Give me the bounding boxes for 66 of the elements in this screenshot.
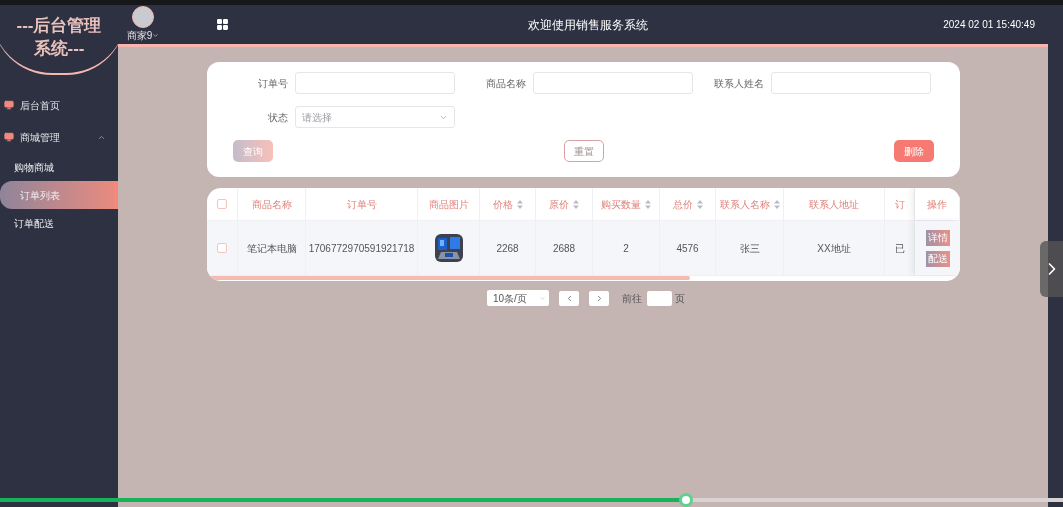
sort-icon[interactable]: [645, 199, 651, 209]
next-page-button[interactable]: [589, 290, 609, 306]
table-cell-text: 张三: [739, 241, 760, 256]
field-label: 订单号: [257, 76, 289, 91]
action-button[interactable]: 查询: [233, 140, 273, 162]
next-arrow-button[interactable]: [1040, 241, 1063, 297]
column-header[interactable]: 原价: [549, 196, 579, 212]
sort-icon[interactable]: [516, 199, 523, 209]
sort-icon[interactable]: [696, 199, 703, 209]
submenu-item[interactable]: 订单列表: [0, 181, 118, 209]
table-cell-text: 1706772970591921718: [308, 241, 415, 256]
monitor-icon: [4, 100, 14, 110]
chevron-icon: [539, 294, 546, 302]
page-suffix: 页: [675, 291, 685, 306]
user-menu[interactable]: 商家9: [126, 28, 160, 43]
column-header[interactable]: 价格: [492, 196, 523, 212]
input-field[interactable]: [533, 72, 693, 94]
field-label: 商品名称: [485, 76, 527, 91]
page-size-select[interactable]: 10条/页: [487, 290, 549, 306]
submenu-item[interactable]: 订单配送: [0, 209, 118, 237]
menu-label: 后台首页: [20, 98, 60, 113]
menu-item[interactable]: 商城管理: [0, 121, 118, 153]
logo-text: 系统---: [33, 38, 85, 60]
table-cell-text: 2688: [552, 241, 576, 256]
field-label: 状态: [267, 110, 289, 125]
table-cell-text: 已: [894, 241, 905, 256]
previous-page-button[interactable]: [559, 290, 579, 306]
column-header[interactable]: 总价: [672, 196, 703, 212]
column-header[interactable]: 联系人名称: [719, 196, 780, 212]
video-progress-bar[interactable]: [0, 498, 1063, 502]
monitor-icon: [4, 132, 14, 142]
table-cell-text: 4576: [676, 241, 699, 256]
row-action-button[interactable]: 详情: [925, 229, 950, 246]
select-field[interactable]: 请选择: [295, 106, 455, 128]
table-cell-text: 2268: [496, 241, 519, 256]
checkbox[interactable]: [217, 199, 227, 209]
field-label: 联系人姓名: [713, 76, 765, 91]
column-header: 订: [894, 197, 905, 212]
column-header: 商品名称: [251, 197, 292, 212]
action-button[interactable]: 删除: [894, 140, 934, 162]
page-input[interactable]: [647, 290, 672, 306]
goto-label: 前往: [622, 291, 642, 306]
grid-icon[interactable]: [216, 18, 229, 31]
avatar[interactable]: [132, 6, 154, 28]
column-header: 联系人地址: [809, 197, 859, 212]
caret-icon: [152, 32, 160, 39]
table-cell-text: 2: [623, 241, 629, 256]
page-title: 欢迎使用销售服务系统: [528, 16, 648, 34]
table-cell-text: 笔记本电脑: [246, 241, 297, 256]
table-cell-text: XX地址: [817, 241, 851, 256]
input-field[interactable]: [295, 72, 455, 94]
menu-item[interactable]: 后台首页: [0, 89, 118, 121]
column-header: 订单号: [346, 197, 377, 212]
column-header: 操作: [927, 197, 947, 212]
action-button[interactable]: 重置: [563, 140, 604, 162]
datetime: 2024 02 01 15:40:49: [943, 18, 1035, 32]
sort-icon[interactable]: [573, 199, 579, 209]
submenu-item[interactable]: 购物商城: [0, 153, 118, 181]
logo-text: ---后台管理: [16, 15, 102, 37]
menu-label: 商城管理: [20, 130, 60, 145]
row-action-button[interactable]: 配送: [925, 250, 950, 267]
column-header: 商品图片: [428, 197, 469, 212]
checkbox[interactable]: [217, 243, 227, 253]
column-header[interactable]: 购买数量: [601, 196, 651, 212]
input-field[interactable]: [771, 72, 931, 94]
sort-icon[interactable]: [773, 199, 780, 209]
